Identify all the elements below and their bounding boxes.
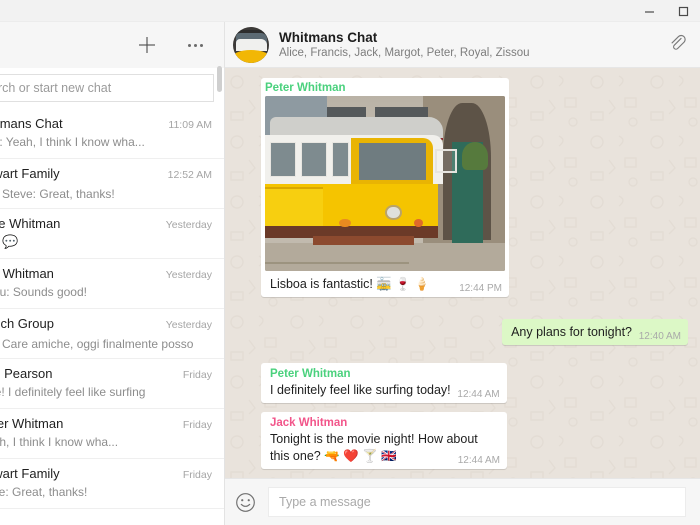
chat-name: ck Whitman <box>0 266 54 281</box>
message-input[interactable]: Type a message <box>268 487 686 517</box>
chat-time: Yesterday <box>165 269 212 281</box>
message-time: 12:44 PM <box>459 283 502 295</box>
message-list[interactable]: Peter Whitman Lisboa is fantastic! 🚋 🍷 🍦… <box>225 68 700 478</box>
message-sender: Peter Whitman <box>265 82 346 94</box>
message-bubble-photo[interactable]: Peter Whitman Lisboa is fantastic! 🚋 🍷 🍦… <box>261 78 509 298</box>
window-body: arch or start new chat hitmans Chat 11:0… <box>0 22 700 525</box>
chat-name: ne Pearson <box>0 366 53 381</box>
chat-preview: Care amiche, oggi finalmente posso <box>2 337 194 351</box>
chat-header[interactable]: Whitmans Chat Alice, Francis, Jack, Marg… <box>225 22 700 68</box>
emoji-icon[interactable] <box>235 492 256 513</box>
sidebar: arch or start new chat hitmans Chat 11:0… <box>0 22 225 525</box>
maximize-button[interactable] <box>666 0 700 22</box>
chat-time: Yesterday <box>165 219 212 231</box>
new-chat-icon[interactable] <box>136 34 158 56</box>
message-bubble-incoming[interactable]: Peter Whitman I definitely feel like sur… <box>261 363 507 403</box>
chat-list-item[interactable]: ck Whitman Yesterday You: Sounds good! <box>0 259 224 309</box>
chat-list[interactable]: hitmans Chat 11:09 AM ed: Yeah, I think … <box>0 109 224 525</box>
chat-list-item[interactable]: ne Pearson Friday ice! I definitely feel… <box>0 359 224 409</box>
chat-preview: Steve: Great, thanks! <box>2 187 115 201</box>
search-input[interactable]: arch or start new chat <box>0 74 214 102</box>
avatar[interactable] <box>233 26 269 63</box>
chat-title: Whitmans Chat <box>279 29 378 45</box>
whatsapp-window: pp <box>0 0 700 525</box>
message-row: Peter Whitman Lisboa is fantastic! 🚋 🍷 🍦… <box>261 78 688 298</box>
message-time: 12:44 AM <box>457 454 500 466</box>
message-row: Jack Whitman Tonight is the movie night!… <box>261 412 688 469</box>
chat-time: Friday <box>182 469 212 481</box>
paperclip-icon[interactable] <box>668 33 686 56</box>
search-placeholder: arch or start new chat <box>0 81 112 95</box>
chat-time: 11:09 AM <box>168 119 212 131</box>
title-bar: pp <box>0 0 700 22</box>
chat-preview-emoji: 👏💬 <box>0 234 19 249</box>
chat-preview: ice! I definitely feel like surfing <box>0 385 146 399</box>
chat-name: unch Group <box>0 316 54 331</box>
message-image-tram[interactable] <box>265 96 505 271</box>
chat-list-item[interactable]: hitmans Chat 11:09 AM ed: Yeah, I think … <box>0 109 224 159</box>
sidebar-scrollbar[interactable] <box>216 22 223 525</box>
chat-time: Yesterday <box>165 319 212 331</box>
chat-name: ewart Family <box>0 166 60 181</box>
sidebar-header <box>0 22 224 68</box>
chat-name: ewart Family <box>0 466 60 481</box>
message-time: 12:40 AM <box>638 331 681 343</box>
chat-list-item[interactable]: eter Whitman Friday eah, I think I know … <box>0 409 224 459</box>
chat-name: hitmans Chat <box>0 116 63 131</box>
search-area: arch or start new chat <box>0 68 224 109</box>
chat-participants: Alice, Francis, Jack, Margot, Peter, Roy… <box>279 47 530 60</box>
message-time: 12:44 AM <box>457 389 500 400</box>
chat-preview: ed: Yeah, I think I know wha... <box>0 135 145 149</box>
message-input-placeholder: Type a message <box>279 495 371 509</box>
message-sender: Peter Whitman <box>270 368 351 381</box>
sidebar-scrollbar-thumb[interactable] <box>217 66 222 92</box>
message-row: Any plans for tonight? 12:40 AM <box>261 319 688 346</box>
chat-list-item[interactable]: ewart Family Friday eve: Great, thanks! <box>0 459 224 509</box>
chat-preview: You: Sounds good! <box>0 285 87 299</box>
chat-list-item[interactable]: lice Whitman Yesterday 👏💬 <box>0 209 224 259</box>
chat-time: Friday <box>182 419 212 431</box>
chat-list-item[interactable]: unch Group Yesterday Care amiche, oggi f… <box>0 309 224 359</box>
chat-name: lice Whitman <box>0 216 61 231</box>
message-row: Peter Whitman I definitely feel like sur… <box>261 363 688 403</box>
chat-preview: eah, I think I know wha... <box>0 435 119 449</box>
chat-time: 12:52 AM <box>167 169 212 181</box>
chat-name: eter Whitman <box>0 416 64 431</box>
chat-pane: Whitmans Chat Alice, Francis, Jack, Marg… <box>225 22 700 525</box>
message-bubble-incoming[interactable]: Jack Whitman Tonight is the movie night!… <box>261 412 507 469</box>
message-sender: Jack Whitman <box>270 417 348 429</box>
window-controls <box>632 0 700 22</box>
chat-preview: eve: Great, thanks! <box>0 485 88 499</box>
chat-list-item[interactable]: ewart Family 12:52 AM Steve: Great, than… <box>0 159 224 209</box>
menu-icon[interactable] <box>184 34 206 56</box>
minimize-button[interactable] <box>632 0 666 22</box>
chat-time: Friday <box>182 369 212 381</box>
message-composer: Type a message <box>225 478 700 525</box>
message-bubble-outgoing[interactable]: Any plans for tonight? 12:40 AM <box>502 319 688 346</box>
